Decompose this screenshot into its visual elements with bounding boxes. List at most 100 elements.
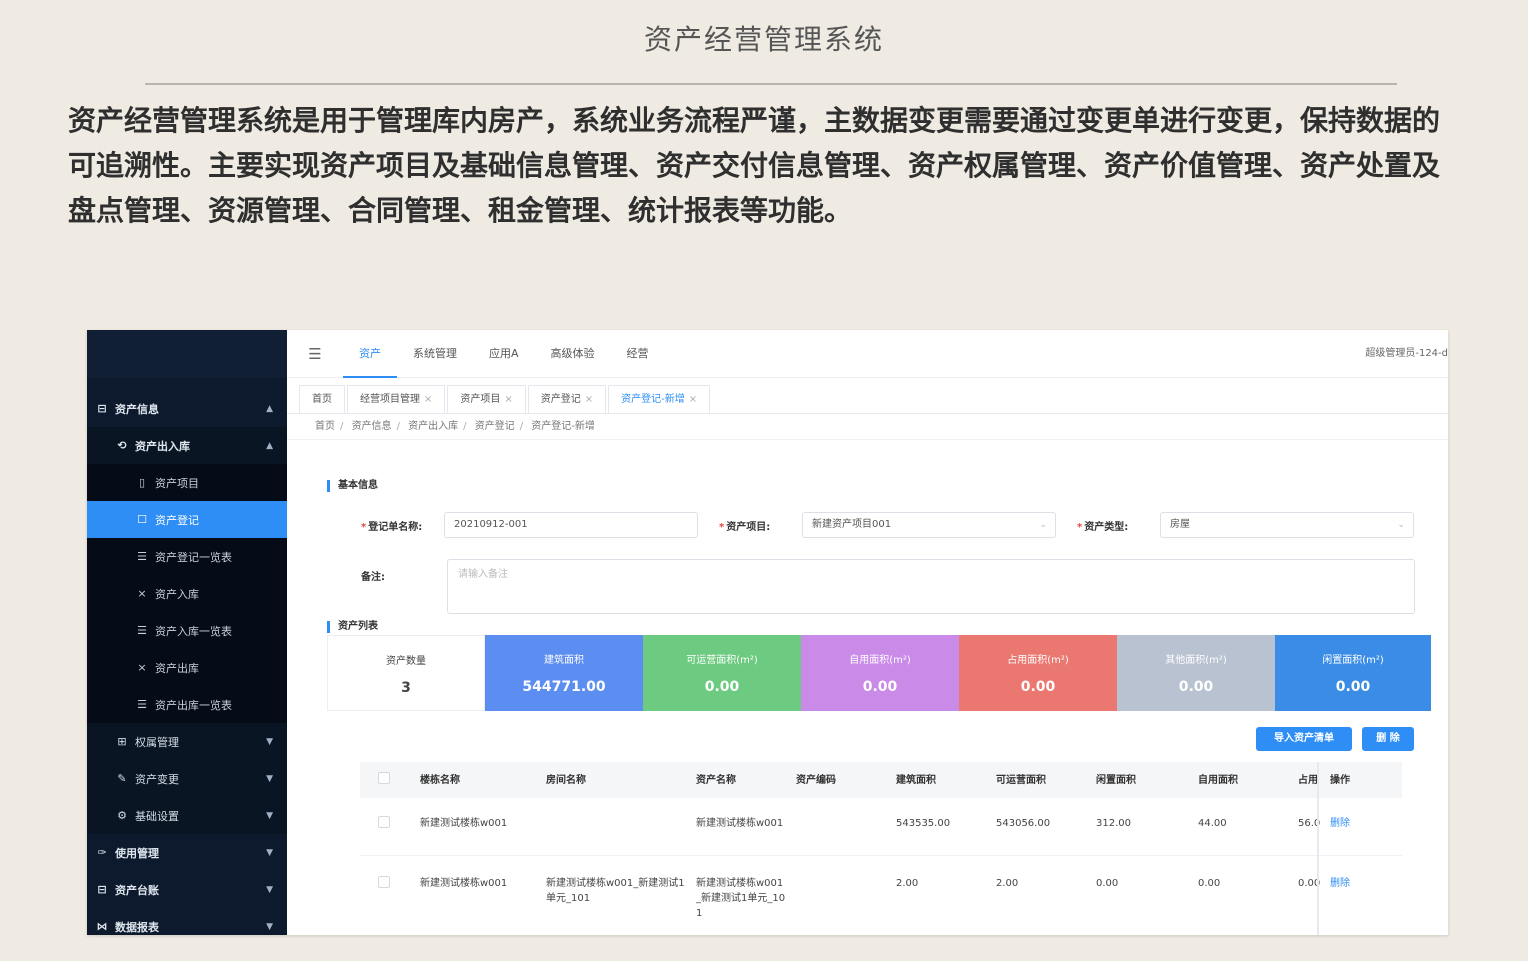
page-tab-asset-register[interactable]: 资产登记 × bbox=[527, 385, 607, 413]
sidebar-item-in-list[interactable]: ☰ 资产入库一览表 bbox=[87, 612, 287, 649]
close-icon[interactable]: × bbox=[424, 394, 432, 405]
row-delete-link[interactable]: 删除 bbox=[1326, 816, 1386, 831]
user-name[interactable]: 超级管理员-124-d bbox=[1365, 330, 1448, 378]
cell: 新建测试楼栋w001 bbox=[420, 818, 508, 829]
section-title-assets: 资产列表 bbox=[327, 621, 378, 633]
cell: 2.00 bbox=[996, 878, 1019, 889]
stat-label: 自用面积(m²) bbox=[849, 655, 911, 666]
sidebar-item-asset-project[interactable]: ▯ 资产项目 bbox=[87, 464, 287, 501]
remark-textarea[interactable]: 请输入备注 bbox=[447, 559, 1415, 614]
cell: 新建测试楼栋w001_新建测试1单元_101 bbox=[696, 878, 786, 919]
chevron-up-icon: ▲ bbox=[266, 440, 273, 451]
sync-icon: ⟲ bbox=[117, 439, 127, 452]
col-header: 闲置面积 bbox=[1096, 774, 1136, 786]
close-icon[interactable]: × bbox=[689, 394, 697, 405]
asset-table: 楼栋名称 房间名称 资产名称 资产编码 建筑面积 可运营面积 闲置面积 自用面积… bbox=[360, 762, 1402, 935]
sidebar-item-usage[interactable]: ✑ 使用管理 ▼ bbox=[87, 834, 287, 871]
stat-value: 0.00 bbox=[1178, 679, 1214, 695]
sidebar-item-ledger[interactable]: ⊟ 资产台账 ▼ bbox=[87, 871, 287, 908]
sidebar-item-ownership[interactable]: ⊞ 权属管理 ▼ bbox=[87, 723, 287, 760]
stats-bar: 资产数量 3 建筑面积 544771.00 可运营面积(m²) 0.00 自用面… bbox=[327, 635, 1431, 711]
edit-icon: ✎ bbox=[117, 772, 127, 785]
sidebar-item-label: 使用管理 bbox=[115, 846, 159, 860]
table-row: 新建测试楼栋w001 新建测试楼栋w001 543535.00 543056.0… bbox=[360, 798, 1402, 856]
sidebar-logo-area bbox=[87, 330, 287, 378]
breadcrumb: 首页 / 资产信息 / 资产出入库 / 资产登记 / 资产登记-新增 bbox=[287, 414, 1448, 440]
sidebar-item-asset-out[interactable]: × 资产出库 bbox=[87, 649, 287, 686]
cell: 新建测试楼栋w001 bbox=[420, 878, 508, 889]
menu-toggle-icon[interactable]: ☰ bbox=[287, 345, 343, 363]
col-header: 楼栋名称 bbox=[420, 774, 460, 786]
reg-name-label: * 登记单名称: bbox=[361, 522, 423, 533]
chevron-down-icon: ▼ bbox=[266, 736, 273, 747]
top-tab-advanced[interactable]: 高级体验 bbox=[535, 330, 611, 378]
chevron-down-icon: ▼ bbox=[266, 884, 273, 895]
cell: 新建测试楼栋w001_新建测试1单元_101 bbox=[546, 878, 685, 904]
top-tab-asset[interactable]: 资产 bbox=[343, 330, 397, 378]
list-icon: ☰ bbox=[137, 624, 147, 637]
row-delete-link[interactable]: 删除 bbox=[1326, 876, 1386, 891]
page-tab-register-new[interactable]: 资产登记-新增 × bbox=[608, 385, 711, 413]
stat-value: 0.00 bbox=[1020, 679, 1056, 695]
sidebar-item-label: 资产出入库 bbox=[135, 439, 190, 453]
sidebar-item-label: 资产信息 bbox=[115, 402, 159, 416]
stat-label: 建筑面积 bbox=[544, 655, 584, 666]
col-header: 自用面积 bbox=[1198, 774, 1238, 786]
close-icon: × bbox=[137, 587, 147, 600]
sidebar-item-asset-info[interactable]: ⊟ 资产信息 ▲ bbox=[87, 390, 287, 427]
sidebar-item-asset-register[interactable]: ☐ 资产登记 bbox=[87, 501, 287, 538]
page-tab-asset-project[interactable]: 资产项目 × bbox=[447, 385, 526, 413]
page-tab-project-mgmt[interactable]: 经营项目管理 × bbox=[347, 385, 446, 413]
delete-button[interactable]: 删 除 bbox=[1362, 727, 1414, 751]
stat-occupied-area: 占用面积(m²) 0.00 bbox=[959, 635, 1117, 711]
breadcrumb-item[interactable]: 资产信息 bbox=[352, 421, 392, 432]
top-tab-app-a[interactable]: 应用A bbox=[473, 330, 535, 378]
sidebar-item-label: 数据报表 bbox=[115, 920, 159, 934]
sidebar-item-label: 权属管理 bbox=[135, 735, 179, 749]
page-tab-home[interactable]: 首页 bbox=[299, 385, 345, 413]
list-icon: ☰ bbox=[137, 550, 147, 563]
close-icon[interactable]: × bbox=[585, 394, 593, 405]
list-icon: ☰ bbox=[137, 698, 147, 711]
reg-name-input[interactable]: 20210912-001 bbox=[444, 512, 698, 538]
section-title-basic: 基本信息 bbox=[327, 480, 378, 492]
row-checkbox[interactable] bbox=[378, 816, 390, 828]
page-tab-label: 资产登记 bbox=[540, 394, 581, 405]
top-tab-system[interactable]: 系统管理 bbox=[397, 330, 473, 378]
breadcrumb-item[interactable]: 首页 bbox=[315, 421, 335, 432]
sidebar-item-asset-inout[interactable]: ⟲ 资产出入库 ▲ bbox=[87, 427, 287, 464]
square-icon: ⊟ bbox=[97, 402, 107, 415]
stat-value: 0.00 bbox=[862, 679, 898, 695]
select-all-checkbox[interactable] bbox=[378, 771, 390, 784]
main-content: ☰ 资产 系统管理 应用A 高级体验 经营 超级管理员-124-d 首页 经营项… bbox=[287, 330, 1448, 935]
square-icon: ⊟ bbox=[97, 883, 107, 896]
sidebar-item-out-list[interactable]: ☰ 资产出库一览表 bbox=[87, 686, 287, 723]
sidebar-item-label: 资产变更 bbox=[135, 772, 179, 786]
close-icon[interactable]: × bbox=[504, 394, 512, 405]
stat-label: 占用面积(m²) bbox=[1007, 655, 1069, 666]
type-select[interactable]: 房屋 ⌄ bbox=[1160, 512, 1414, 538]
sidebar-item-label: 资产台账 bbox=[115, 883, 159, 897]
page-tab-label: 资产登记-新增 bbox=[621, 394, 685, 405]
sidebar-item-register-list[interactable]: ☰ 资产登记一览表 bbox=[87, 538, 287, 575]
project-select-value: 新建资产项目001 bbox=[812, 519, 892, 530]
stat-idle-area: 闲置面积(m²) 0.00 bbox=[1275, 635, 1431, 711]
page-tab-label: 首页 bbox=[312, 394, 332, 405]
cell: 0.00 bbox=[1096, 878, 1119, 889]
project-select[interactable]: 新建资产项目001 ⌄ bbox=[802, 512, 1056, 538]
gear-icon: ⚙ bbox=[117, 809, 127, 822]
stat-value: 0.00 bbox=[1335, 679, 1371, 695]
breadcrumb-item[interactable]: 资产出入库 bbox=[408, 421, 458, 432]
stat-value: 3 bbox=[401, 680, 411, 696]
sidebar-item-asset-change[interactable]: ✎ 资产变更 ▼ bbox=[87, 760, 287, 797]
import-assets-button[interactable]: 导入资产清单 bbox=[1256, 727, 1352, 751]
breadcrumb-item[interactable]: 资产登记 bbox=[475, 421, 515, 432]
col-header: 资产编码 bbox=[796, 774, 836, 786]
chevron-down-icon: ▼ bbox=[266, 810, 273, 821]
row-checkbox[interactable] bbox=[378, 876, 390, 888]
sidebar-item-asset-in[interactable]: × 资产入库 bbox=[87, 575, 287, 612]
sidebar-item-reports[interactable]: ⋈ 数据报表 ▼ bbox=[87, 908, 287, 935]
top-tab-operation[interactable]: 经营 bbox=[611, 330, 665, 378]
col-header: 可运营面积 bbox=[996, 774, 1046, 786]
sidebar-item-basic-settings[interactable]: ⚙ 基础设置 ▼ bbox=[87, 797, 287, 834]
